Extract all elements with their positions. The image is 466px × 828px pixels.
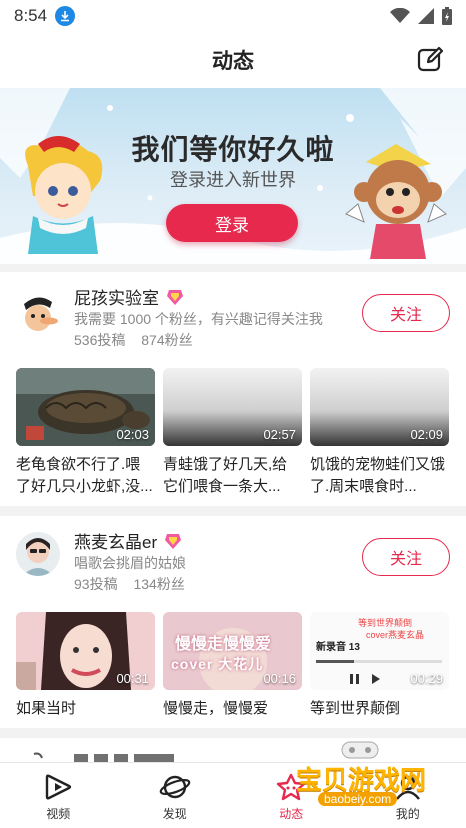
audio-progress-bar <box>316 660 442 663</box>
tab-video[interactable]: 视频 <box>0 763 117 828</box>
fans-count: 874粉丝 <box>141 332 193 348</box>
video-item[interactable]: 慢慢走慢慢爱 cover 大花儿 00:16 慢慢走，慢慢爱 <box>163 612 302 742</box>
video-thumbnail[interactable]: 慢慢走慢慢爱 cover 大花儿 00:16 <box>163 612 302 690</box>
gamepad-icon <box>341 741 379 759</box>
video-duration: 00:31 <box>116 671 149 686</box>
tab-label: 发现 <box>162 807 187 821</box>
video-overlay-subtext: cover燕麦玄晶 <box>366 630 425 640</box>
creator-stats: 536投稿 874粉丝 <box>74 330 205 350</box>
posts-count: 93投稿 <box>74 576 118 592</box>
page-title: 动态 <box>212 50 254 73</box>
planet-icon <box>159 775 191 799</box>
video-thumbnail[interactable]: 00:31 <box>16 612 155 690</box>
video-duration: 02:57 <box>263 427 296 442</box>
video-title[interactable]: 青蛙饿了好几天,给它们喂食一条大... <box>163 454 302 498</box>
video-thumbnail[interactable]: 02:03 <box>16 368 155 446</box>
video-thumbnail[interactable]: 等到世界颠倒 cover燕麦玄晶 新录音 13 00:29 <box>310 612 449 690</box>
video-duration: 02:03 <box>116 427 149 442</box>
follow-button[interactable]: 关注 <box>362 538 450 576</box>
creator-stats: 93投稿 134粉丝 <box>74 574 197 594</box>
video-overlay-text: 慢慢走慢慢爱 <box>175 636 272 653</box>
video-item[interactable]: 等到世界颠倒 cover燕麦玄晶 新录音 13 00:29 等到世界颠倒 <box>310 612 449 742</box>
creator-name-row[interactable]: 燕麦玄晶er <box>74 528 183 553</box>
download-icon <box>55 6 76 26</box>
verified-badge-icon <box>165 533 182 549</box>
recording-title: 新录音 13 <box>316 642 360 653</box>
video-row: 02:03 老龟食欲不行了.喂了好几只小龙虾,没... 02:57 青蛙饿了好几… <box>16 368 449 498</box>
verified-badge-icon <box>167 289 183 305</box>
status-time: 8:54 <box>14 6 48 25</box>
edit-icon[interactable] <box>416 46 444 74</box>
video-overlay-subtext: cover 大花儿 <box>171 656 264 672</box>
video-duration: 00:16 <box>263 671 296 686</box>
video-item[interactable]: 02:57 青蛙饿了好几天,给它们喂食一条大... <box>163 368 302 498</box>
video-duration: 02:09 <box>410 427 443 442</box>
tab-discover[interactable]: 发现 <box>117 763 234 828</box>
fans-count: 134粉丝 <box>133 576 185 592</box>
video-title[interactable]: 如果当时 <box>16 698 155 742</box>
creator-name[interactable]: 燕麦玄晶er <box>74 528 157 553</box>
creator-bio: 我需要 1000 个粉丝，有兴趣记得关注我 <box>74 311 323 327</box>
video-title[interactable]: 老龟食欲不行了.喂了好几只小龙虾,没... <box>16 454 155 498</box>
video-title[interactable]: 慢慢走，慢慢爱 <box>163 698 302 742</box>
video-item[interactable]: 02:09 饥饿的宠物蛙们又饿了.周末喂食时... <box>310 368 449 498</box>
video-item[interactable]: 00:31 如果当时 <box>16 612 155 742</box>
video-thumbnail[interactable]: 02:57 <box>163 368 302 446</box>
login-button[interactable]: 登录 <box>166 204 298 242</box>
creator-card: 燕麦玄晶er 唱歌会挑眉的姑娘 93投稿 134粉丝 关注 00:31 如果当时… <box>0 516 466 728</box>
header: 动态 <box>0 32 466 88</box>
cartoon-monkey-illustration <box>345 144 447 259</box>
creator-card: 屁孩实验室 我需要 1000 个粉丝，有兴趣记得关注我 536投稿 874粉丝 … <box>0 272 466 506</box>
follow-button[interactable]: 关注 <box>362 294 450 332</box>
video-thumbnail[interactable]: 02:09 <box>310 368 449 446</box>
creator-name-row[interactable]: 屁孩实验室 <box>74 284 185 309</box>
creator-bio: 唱歌会挑眉的姑娘 <box>74 555 186 571</box>
creator-name[interactable]: 屁孩实验室 <box>74 284 159 309</box>
video-row: 00:31 如果当时 慢慢走慢慢爱 cover 大花儿 00:16 慢慢走，慢慢… <box>16 612 449 742</box>
video-title[interactable]: 饥饿的宠物蛙们又饿了.周末喂食时... <box>310 454 449 498</box>
watermark-logo: 宝贝游戏网 baobeiy.com <box>282 738 462 808</box>
watermark-url: baobeiy.com <box>318 792 398 806</box>
signal-icon <box>418 8 434 24</box>
tab-label: 视频 <box>46 807 71 821</box>
video-icon <box>46 774 72 800</box>
status-bar: 8:54 <box>0 0 466 32</box>
creator-name-partial <box>74 754 174 762</box>
login-banner: 我们等你好久啦 登录进入新世界 登录 <box>0 88 466 264</box>
posts-count: 536投稿 <box>74 332 126 348</box>
avatar[interactable] <box>16 290 60 334</box>
avatar[interactable] <box>16 532 60 576</box>
video-item[interactable]: 02:03 老龟食欲不行了.喂了好几只小龙虾,没... <box>16 368 155 498</box>
battery-icon <box>442 7 452 25</box>
video-title[interactable]: 等到世界颠倒 <box>310 698 449 742</box>
video-duration: 00:29 <box>410 671 443 686</box>
wifi-icon <box>390 8 410 23</box>
